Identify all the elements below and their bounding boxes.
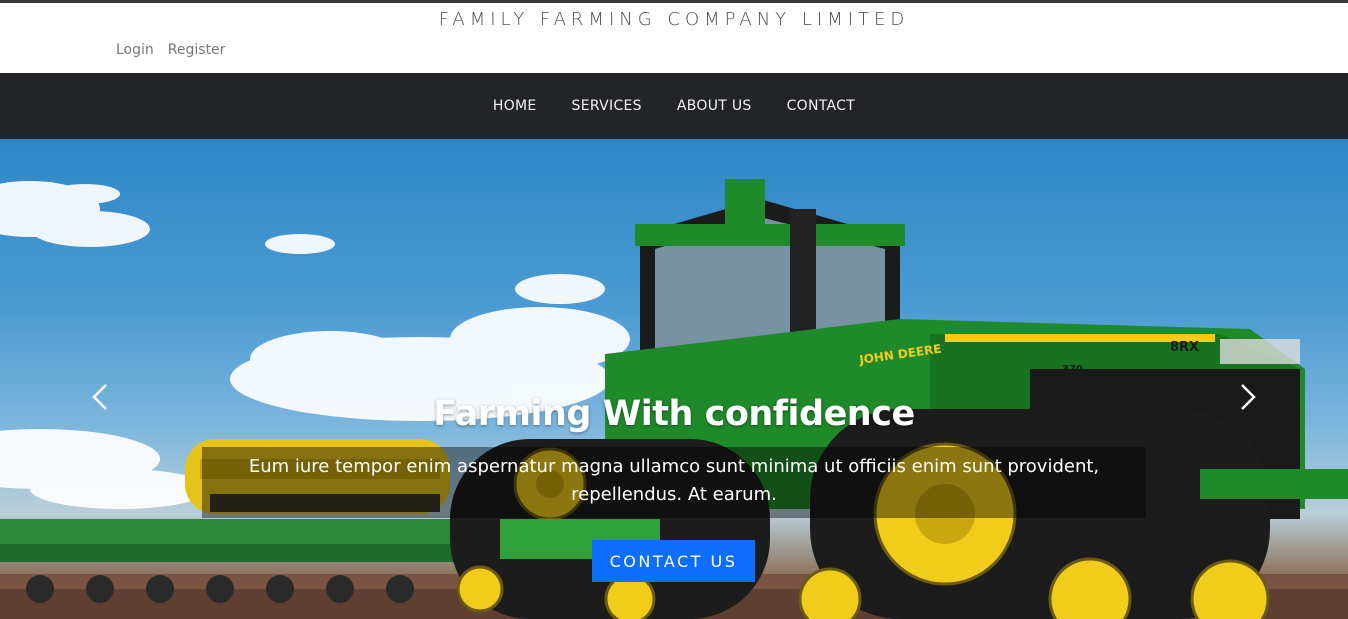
site-brand[interactable]: FAMILY FARMING COMPANY LIMITED — [0, 9, 1348, 30]
tractor-model: 8RX — [1170, 340, 1199, 355]
tractor-number: 370 — [1062, 364, 1083, 375]
nav-item-contact[interactable]: CONTACT — [787, 98, 856, 114]
nav-item-home[interactable]: HOME — [493, 98, 537, 114]
hero-description: Eum iure tempor enim aspernatur magna ul… — [202, 447, 1146, 518]
nav-item-services[interactable]: SERVICES — [572, 98, 642, 114]
login-link[interactable]: Login — [116, 42, 154, 58]
hero-carousel: JOHN DEERE 8RX 370 Farming With confiden… — [0, 139, 1348, 619]
contact-us-button[interactable]: CONTACT US — [592, 540, 755, 582]
top-header: FAMILY FARMING COMPANY LIMITED Login Reg… — [0, 0, 1348, 73]
register-link[interactable]: Register — [168, 42, 226, 58]
auth-links: Login Register — [116, 42, 225, 58]
main-navbar: HOME SERVICES ABOUT US CONTACT — [0, 73, 1348, 139]
nav-item-about-us[interactable]: ABOUT US — [677, 98, 752, 114]
hero-title: Farming With confidence — [433, 394, 915, 434]
